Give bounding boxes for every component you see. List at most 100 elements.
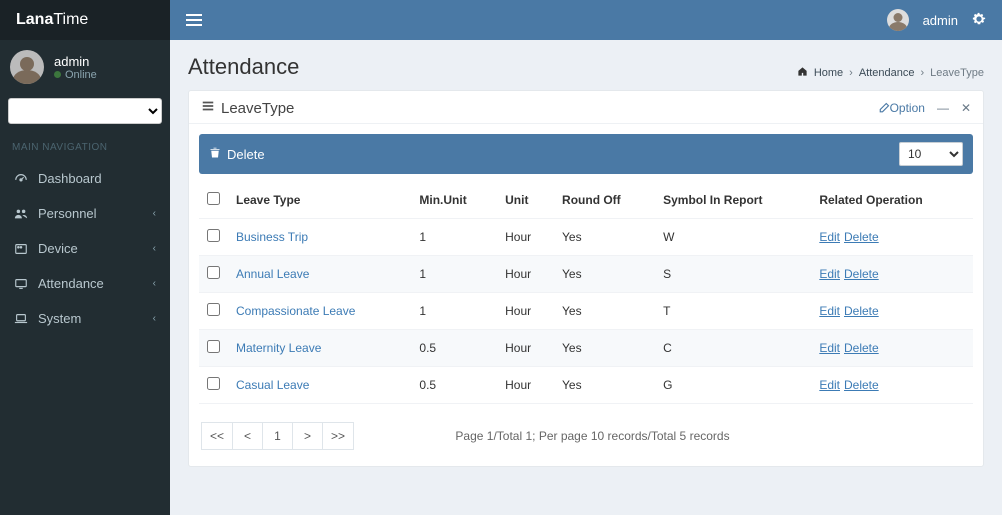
pagination: << < 1 > >> bbox=[201, 422, 354, 450]
avatar[interactable] bbox=[10, 50, 44, 84]
panel-tools: Option — ✕ bbox=[878, 101, 971, 115]
cell-round-off: Yes bbox=[554, 256, 655, 293]
breadcrumb-leaf: LeaveType bbox=[930, 67, 984, 79]
cell-round-off: Yes bbox=[554, 367, 655, 404]
cell-symbol: C bbox=[655, 330, 811, 367]
monitor-icon bbox=[14, 277, 28, 291]
row-checkbox[interactable] bbox=[207, 340, 220, 353]
table-row: Business Trip1HourYesWEditDelete bbox=[199, 219, 973, 256]
sidebar-item-device[interactable]: Device ‹ bbox=[0, 231, 170, 266]
option-button[interactable]: Option bbox=[878, 101, 925, 115]
cell-operation: Edit Delete bbox=[811, 256, 973, 293]
page-header: Attendance Home › Attendance › LeaveType bbox=[188, 54, 984, 80]
delete-link[interactable]: Delete bbox=[844, 230, 879, 244]
breadcrumb-home[interactable]: Home bbox=[814, 67, 843, 79]
cell-min-unit: 1 bbox=[411, 219, 497, 256]
edit-link[interactable]: Edit bbox=[819, 267, 840, 281]
cell-leave-type[interactable]: Compassionate Leave bbox=[228, 293, 411, 330]
sidebar-item-label: Personnel bbox=[38, 206, 97, 221]
delete-link[interactable]: Delete bbox=[844, 378, 879, 392]
cell-operation: Edit Delete bbox=[811, 293, 973, 330]
sidebar-item-dashboard[interactable]: Dashboard bbox=[0, 161, 170, 196]
cell-unit: Hour bbox=[497, 256, 554, 293]
cell-min-unit: 0.5 bbox=[411, 330, 497, 367]
col-symbol: Symbol In Report bbox=[655, 182, 811, 219]
page-last-button[interactable]: >> bbox=[323, 422, 354, 450]
cell-leave-type[interactable]: Casual Leave bbox=[228, 367, 411, 404]
delete-button[interactable]: Delete bbox=[209, 147, 265, 162]
cell-symbol: T bbox=[655, 293, 811, 330]
breadcrumb-attendance[interactable]: Attendance bbox=[859, 67, 915, 79]
row-checkbox[interactable] bbox=[207, 303, 220, 316]
cell-min-unit: 1 bbox=[411, 256, 497, 293]
topbar: admin bbox=[170, 0, 1002, 40]
brand-rest: Time bbox=[53, 11, 88, 29]
sidebar: LanaTime admin Online MAIN NAVIGATION Da… bbox=[0, 0, 170, 515]
trash-icon bbox=[209, 147, 221, 162]
user-info: admin Online bbox=[54, 54, 97, 81]
panel-body: Delete 10 Leave Type Min.Unit Unit Round… bbox=[189, 124, 983, 466]
row-checkbox[interactable] bbox=[207, 377, 220, 390]
cell-round-off: Yes bbox=[554, 293, 655, 330]
minimize-button[interactable]: — bbox=[937, 101, 949, 115]
page-prev-button[interactable]: < bbox=[233, 422, 263, 450]
cell-leave-type[interactable]: Maternity Leave bbox=[228, 330, 411, 367]
row-checkbox[interactable] bbox=[207, 266, 220, 279]
close-button[interactable]: ✕ bbox=[961, 101, 971, 115]
table-row: Compassionate Leave1HourYesTEditDelete bbox=[199, 293, 973, 330]
cell-leave-type[interactable]: Annual Leave bbox=[228, 256, 411, 293]
sidebar-item-label: Dashboard bbox=[38, 171, 102, 186]
chevron-left-icon: ‹ bbox=[153, 208, 156, 219]
cell-operation: Edit Delete bbox=[811, 330, 973, 367]
edit-link[interactable]: Edit bbox=[819, 378, 840, 392]
cell-symbol: S bbox=[655, 256, 811, 293]
edit-link[interactable]: Edit bbox=[819, 304, 840, 318]
cell-symbol: W bbox=[655, 219, 811, 256]
cell-leave-type[interactable]: Business Trip bbox=[228, 219, 411, 256]
row-checkbox[interactable] bbox=[207, 229, 220, 242]
sidebar-select-input[interactable] bbox=[8, 98, 162, 124]
select-all-header bbox=[199, 182, 228, 219]
breadcrumb-separator: › bbox=[849, 67, 853, 79]
delete-link[interactable]: Delete bbox=[844, 341, 879, 355]
pagination-info: Page 1/Total 1; Per page 10 records/Tota… bbox=[364, 429, 821, 443]
cell-unit: Hour bbox=[497, 219, 554, 256]
per-page-select[interactable]: 10 bbox=[899, 142, 963, 166]
page-current-button[interactable]: 1 bbox=[263, 422, 293, 450]
status-dot-icon bbox=[54, 71, 61, 78]
edit-link[interactable]: Edit bbox=[819, 230, 840, 244]
topbar-username[interactable]: admin bbox=[923, 13, 958, 28]
settings-icon[interactable] bbox=[972, 12, 986, 29]
sidebar-item-label: System bbox=[38, 311, 81, 326]
sidebar-item-label: Attendance bbox=[38, 276, 104, 291]
chevron-left-icon: ‹ bbox=[153, 243, 156, 254]
delete-link[interactable]: Delete bbox=[844, 267, 879, 281]
sidebar-item-system[interactable]: System ‹ bbox=[0, 301, 170, 336]
users-icon bbox=[14, 207, 28, 221]
edit-link[interactable]: Edit bbox=[819, 341, 840, 355]
sidebar-select[interactable] bbox=[8, 98, 162, 124]
dashboard-icon bbox=[14, 172, 28, 186]
sidebar-item-attendance[interactable]: Attendance ‹ bbox=[0, 266, 170, 301]
select-all-checkbox[interactable] bbox=[207, 192, 220, 205]
page-first-button[interactable]: << bbox=[201, 422, 233, 450]
col-round-off: Round Off bbox=[554, 182, 655, 219]
sidebar-item-personnel[interactable]: Personnel ‹ bbox=[0, 196, 170, 231]
device-icon bbox=[14, 242, 28, 256]
nav-header: MAIN NAVIGATION bbox=[0, 134, 170, 161]
panel-title-wrap: LeaveType bbox=[201, 99, 294, 117]
leavetype-table: Leave Type Min.Unit Unit Round Off Symbo… bbox=[199, 182, 973, 404]
brand-logo[interactable]: LanaTime bbox=[0, 0, 170, 40]
chevron-left-icon: ‹ bbox=[153, 313, 156, 324]
cell-unit: Hour bbox=[497, 293, 554, 330]
cell-min-unit: 0.5 bbox=[411, 367, 497, 404]
menu-toggle-icon[interactable] bbox=[186, 14, 202, 26]
breadcrumb-separator: › bbox=[921, 67, 925, 79]
delete-link[interactable]: Delete bbox=[844, 304, 879, 318]
page-next-button[interactable]: > bbox=[293, 422, 323, 450]
col-operation: Related Operation bbox=[811, 182, 973, 219]
brand-bold: Lana bbox=[16, 11, 53, 29]
user-panel: admin Online bbox=[0, 40, 170, 98]
user-status: Online bbox=[54, 69, 97, 81]
topbar-avatar[interactable] bbox=[887, 9, 909, 31]
